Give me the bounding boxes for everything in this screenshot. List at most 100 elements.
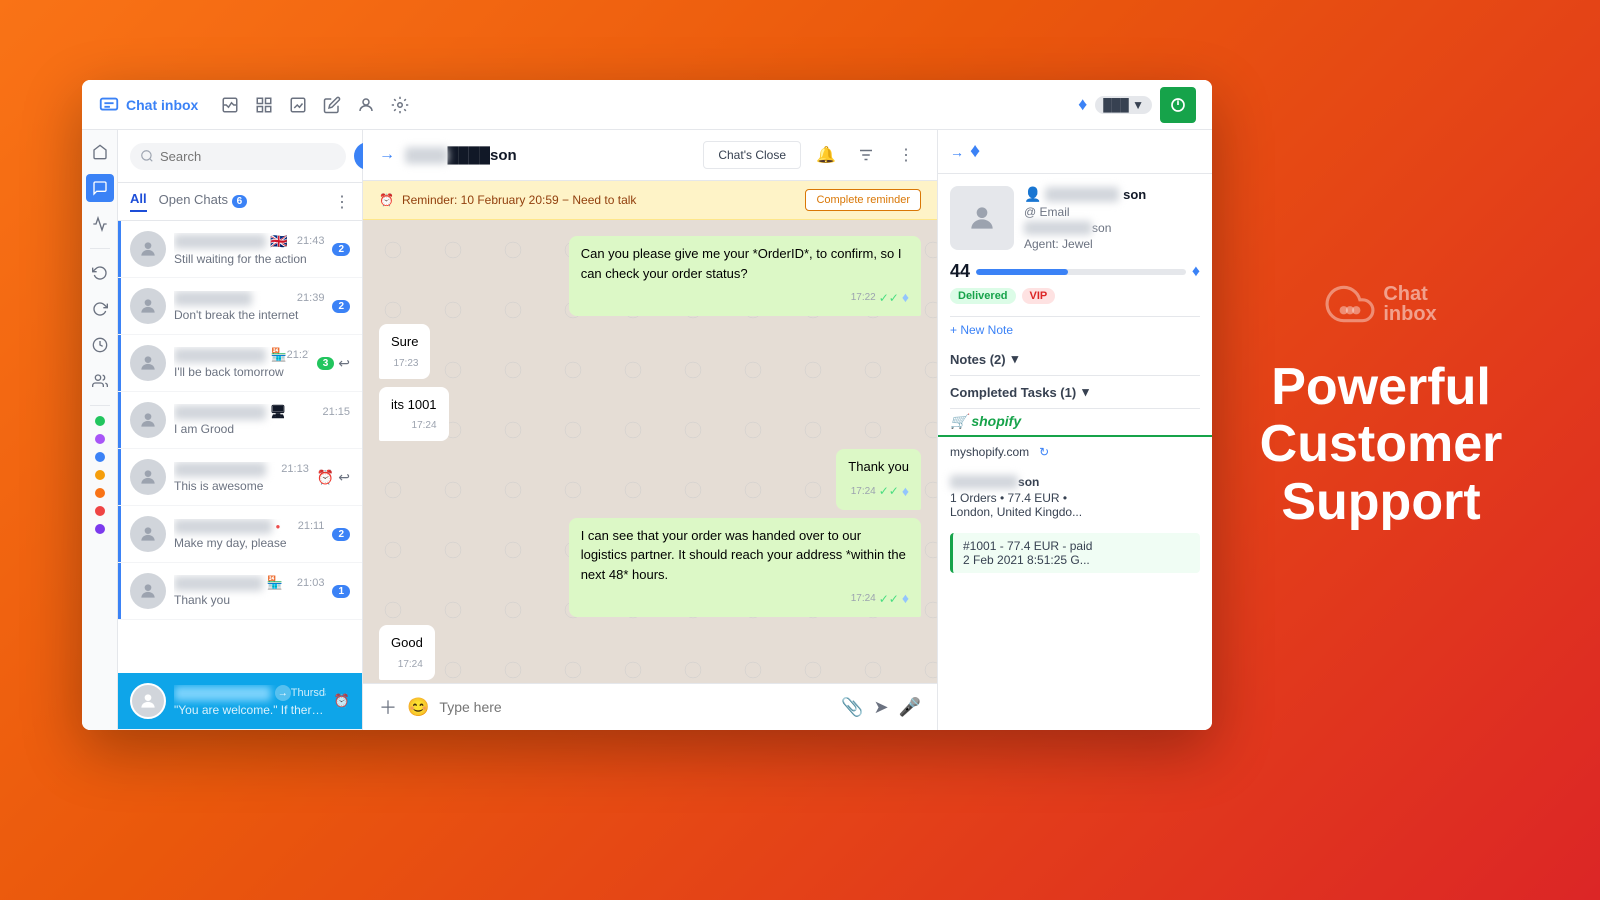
chat-meta: 2 — [332, 528, 350, 541]
dot-green — [95, 416, 105, 426]
order-date: 2 Feb 2021 8:51:25 G... — [963, 553, 1190, 567]
search-input[interactable] — [160, 149, 336, 164]
open-chats-badge: 6 — [232, 195, 248, 208]
message-text: its 1001 — [391, 395, 437, 415]
dot-red — [95, 506, 105, 516]
chat-info: ████████en 🏪 21:03 Thank you — [174, 575, 324, 607]
voice-button[interactable]: 🎤 — [899, 697, 921, 718]
avatar — [130, 402, 166, 438]
tag-vip: VIP — [1022, 288, 1056, 304]
send-button[interactable]: ➤ — [873, 697, 888, 718]
power-button[interactable] — [1160, 87, 1196, 123]
chat-preview: I'll be back tomorrow — [174, 365, 309, 379]
sidebar-icon-home[interactable] — [86, 138, 114, 166]
customer-tags: Delivered VIP — [950, 288, 1200, 304]
grid-icon[interactable] — [252, 93, 276, 117]
message-time: 17:23 — [391, 356, 418, 371]
chat-name: ████████en 🏪 — [174, 575, 283, 591]
chat-info: ██████████ 🇬🇧 21:43 Still waiting for th… — [174, 233, 324, 266]
chat-list-panel: + All Open Chats 6 ⋮ — [118, 130, 363, 730]
list-item[interactable]: ████████sel 🖥 21:15 I am Grood — [118, 392, 362, 449]
arrow-icon: → — [379, 146, 395, 164]
shopify-label: 🛒 shopify — [950, 413, 1021, 429]
brand-overlay: Chat inbox Powerful Customer Support — [1206, 80, 1556, 730]
list-item[interactable]: ████████ood ● 21:11 Make my day, please … — [118, 506, 362, 563]
message-time: 17:24 ✓✓ ♦ — [848, 481, 909, 502]
chat-time: 21:13 — [281, 463, 309, 475]
new-note-button[interactable]: + New Note — [938, 317, 1212, 343]
message-input[interactable] — [439, 699, 831, 715]
order-item[interactable]: #1001 - 77.4 EUR - paid 2 Feb 2021 8:51:… — [950, 533, 1200, 573]
sidebar-icon-refresh1[interactable] — [86, 259, 114, 287]
message-time: 17:24 — [391, 657, 423, 672]
chat-name: ████████ood ● — [174, 519, 280, 534]
shopify-tab[interactable]: 🛒 shopify — [938, 409, 1212, 437]
dot-violet — [95, 524, 105, 534]
sidebar-icon-clock[interactable] — [86, 331, 114, 359]
list-item[interactable]: ██████████ 🇬🇧 21:43 Still waiting for th… — [118, 221, 362, 278]
clock-icon2: ⏰ — [334, 693, 350, 709]
brand-inbox: inbox — [1383, 304, 1436, 324]
diamond-icon6: ♦ — [970, 140, 980, 163]
emoji-button[interactable]: 😊 — [407, 697, 429, 718]
attach-button[interactable]: 📎 — [841, 697, 863, 718]
sidebar-icon-people[interactable] — [86, 367, 114, 395]
chat-meta: 1 — [332, 585, 350, 598]
edit-icon[interactable] — [320, 93, 344, 117]
close-chat-button[interactable]: Chat's Close — [703, 141, 801, 169]
dot-blue — [95, 452, 105, 462]
sidebar-icon-chat[interactable] — [86, 174, 114, 202]
sidebar-icon-refresh2[interactable] — [86, 295, 114, 323]
unread-indicator — [118, 335, 121, 391]
list-item[interactable]: ███████ez 21:39 Don't break the internet… — [118, 278, 362, 335]
chart-icon[interactable] — [286, 93, 310, 117]
chat-info: ████████son → Thursday "You are welcome.… — [174, 685, 326, 717]
active-chat-item[interactable]: ████████son → Thursday "You are welcome.… — [118, 673, 362, 730]
score-number: 44 — [950, 261, 970, 282]
score-bar — [976, 269, 1186, 275]
list-item[interactable]: ████████en 🏪 21:03 Thank you 1 — [118, 563, 362, 620]
bell-button[interactable]: 🔔 — [811, 140, 841, 170]
message-time: 17:24 — [391, 418, 437, 433]
sidebar-divider-2 — [90, 405, 110, 406]
score-diamond-icon: ♦ — [1192, 263, 1200, 281]
completed-tasks-section[interactable]: Completed Tasks (1) ▾ — [938, 376, 1212, 408]
customer-email-value: ████████son — [1024, 221, 1200, 235]
chat-tabs: All Open Chats 6 ⋮ — [118, 183, 362, 221]
chat-time: 21:11 — [298, 520, 325, 532]
brand-text: Chat inbox — [1383, 284, 1436, 324]
customer-agent: Agent: Jewel — [1024, 237, 1200, 251]
tag-delivered: Delivered — [950, 288, 1016, 304]
customer-info: 👤 ████████son @ Email ████████son Agent:… — [1024, 186, 1200, 251]
message-bubble: its 1001 17:24 — [379, 387, 449, 442]
inbox-icon[interactable] — [218, 93, 242, 117]
chat-info: ████████ely 21:13 This is awesome — [174, 462, 309, 493]
sidebar-icon-stats[interactable] — [86, 210, 114, 238]
diamond-icon3: ♦ — [902, 481, 909, 502]
settings-icon[interactable] — [388, 93, 412, 117]
notes-section[interactable]: Notes (2) ▾ — [938, 343, 1212, 375]
chat-preview: Still waiting for the action — [174, 252, 324, 266]
tagline: Powerful Customer Support — [1260, 359, 1503, 531]
tab-open-chats[interactable]: Open Chats 6 — [159, 192, 248, 211]
filter-button[interactable] — [851, 140, 881, 170]
chat-tab-menu[interactable]: ⋮ — [334, 192, 350, 212]
app-title: Chat inbox — [126, 97, 198, 113]
complete-reminder-button[interactable]: Complete reminder — [805, 189, 921, 211]
list-item[interactable]: ████████arz 🏪 21:27 I'll be back tomorro… — [118, 335, 362, 392]
shopify-refresh-button[interactable]: ↻ — [1039, 445, 1049, 459]
tab-all[interactable]: All — [130, 191, 147, 212]
tagline-line3: Support — [1260, 474, 1503, 531]
list-item[interactable]: ████████ely 21:13 This is awesome ⏰ ↩ — [118, 449, 362, 506]
add-input-button[interactable]: ＋ — [379, 694, 397, 720]
store-icon: 🏪 — [270, 347, 286, 363]
unread-indicator — [118, 392, 121, 448]
chat-preview: This is awesome — [174, 479, 309, 493]
chat-list: ██████████ 🇬🇧 21:43 Still waiting for th… — [118, 221, 362, 673]
more-button[interactable]: ⋮ — [891, 140, 921, 170]
chat-name: ████████ely — [174, 462, 266, 477]
person-icon[interactable] — [354, 93, 378, 117]
brand-logo: Chat inbox — [1325, 279, 1436, 329]
order-location: London, United Kingdo... — [950, 505, 1200, 519]
reminder-text: Reminder: 10 February 20:59 − Need to ta… — [402, 193, 798, 207]
